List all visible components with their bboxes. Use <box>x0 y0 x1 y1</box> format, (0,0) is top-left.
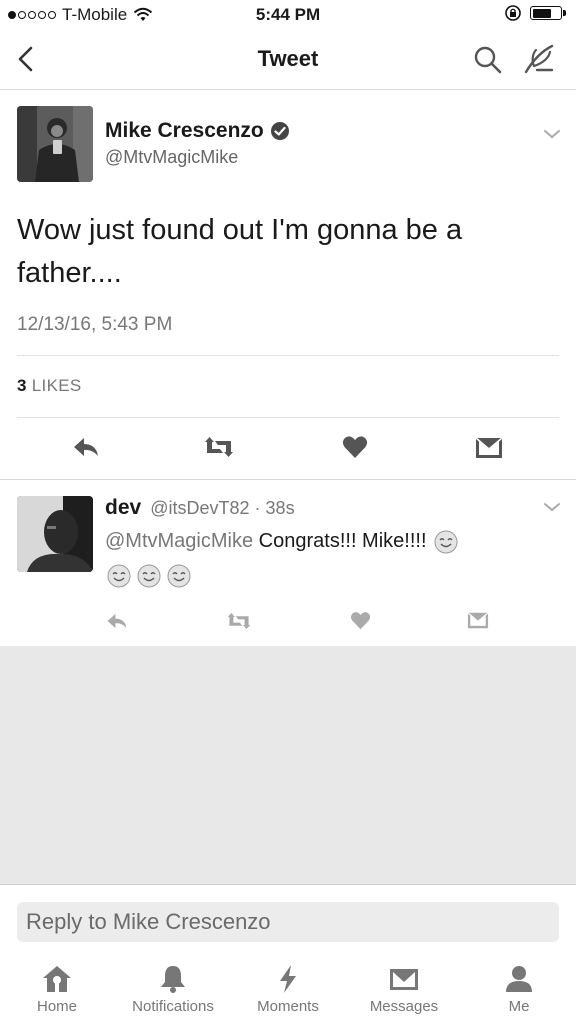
chevron-down-icon[interactable] <box>543 128 561 140</box>
tab-me-label: Me <box>508 998 530 1015</box>
tab-me[interactable]: Me <box>464 964 574 1015</box>
smiling-emoji-icon <box>167 564 191 588</box>
reply-tweet[interactable]: dev @itsDevT82 · 38s @MtvMagicMike Congr… <box>0 480 576 646</box>
likes-count[interactable]: 3 LIKES <box>17 376 82 396</box>
author-name[interactable]: Mike Crescenzo <box>105 119 290 143</box>
envelope-icon <box>390 969 418 990</box>
divider <box>17 417 559 418</box>
reply-bar <box>0 884 576 952</box>
status-time: 5:44 PM <box>255 5 321 24</box>
lightning-icon <box>280 965 296 993</box>
heart-icon[interactable] <box>342 435 368 459</box>
tab-home[interactable]: Home <box>2 964 112 1015</box>
direct-message-icon[interactable] <box>467 612 489 629</box>
bell-icon <box>161 966 185 993</box>
reply-text: @MtvMagicMike Congrats!!! Mike!!!! <box>105 526 525 556</box>
smiling-emoji-icon <box>434 530 458 554</box>
reply-icon[interactable] <box>72 436 100 458</box>
retweet-icon[interactable] <box>226 613 252 629</box>
reply-header: dev @itsDevT82 · 38s <box>105 496 295 520</box>
tab-bar: Home Notifications Moments Messages Me <box>0 952 576 1024</box>
reply-mention[interactable]: @MtvMagicMike <box>105 530 253 552</box>
likes-label: LIKES <box>31 376 82 395</box>
reply-message: Congrats!!! Mike!!!! <box>258 530 427 552</box>
empty-area <box>0 646 576 884</box>
retweet-icon[interactable] <box>203 437 235 457</box>
smiling-emoji-icon <box>107 564 131 588</box>
likes-number: 3 <box>17 376 27 395</box>
divider <box>17 355 559 356</box>
chevron-down-icon[interactable] <box>543 501 561 513</box>
tab-moments-label: Moments <box>257 998 319 1015</box>
battery-icon <box>530 6 566 20</box>
author-name-text: Mike Crescenzo <box>105 119 264 142</box>
tweet-timestamp: 12/13/16, 5:43 PM <box>17 314 173 335</box>
verified-badge-icon <box>270 122 289 140</box>
reply-age: 38s <box>265 498 295 518</box>
heart-icon[interactable] <box>350 611 371 630</box>
rotation-lock-icon <box>505 5 521 21</box>
direct-message-icon[interactable] <box>475 437 503 459</box>
nav-bar: Tweet <box>0 30 576 90</box>
reply-author-handle[interactable]: @itsDevT82 <box>150 498 249 518</box>
person-icon <box>506 966 532 992</box>
tab-notifications-label: Notifications <box>132 998 214 1015</box>
main-tweet: Mike Crescenzo @MtvMagicMike Wow just fo… <box>0 91 576 480</box>
author-handle[interactable]: @MtvMagicMike <box>105 147 238 168</box>
reply-input[interactable] <box>17 902 559 942</box>
search-icon[interactable] <box>472 44 504 76</box>
tweet-text: Wow just found out I'm gonna be a father… <box>17 214 463 289</box>
status-right <box>504 4 566 22</box>
author-avatar[interactable] <box>17 106 93 182</box>
tab-home-label: Home <box>36 998 77 1015</box>
reply-author-avatar[interactable] <box>17 496 93 572</box>
tab-messages-label: Messages <box>369 998 439 1015</box>
status-bar: T-Mobile 5:44 PM <box>0 0 576 30</box>
reply-author-name[interactable]: dev <box>105 496 141 519</box>
smiling-emoji-icon <box>137 564 161 588</box>
tab-notifications[interactable]: Notifications <box>118 964 228 1015</box>
tab-messages[interactable]: Messages <box>349 964 459 1015</box>
compose-icon[interactable] <box>522 42 556 76</box>
tab-moments[interactable]: Moments <box>233 964 343 1015</box>
separator: · <box>254 498 261 518</box>
home-icon <box>43 966 71 992</box>
emoji-row <box>105 564 191 588</box>
reply-icon[interactable] <box>106 612 128 630</box>
